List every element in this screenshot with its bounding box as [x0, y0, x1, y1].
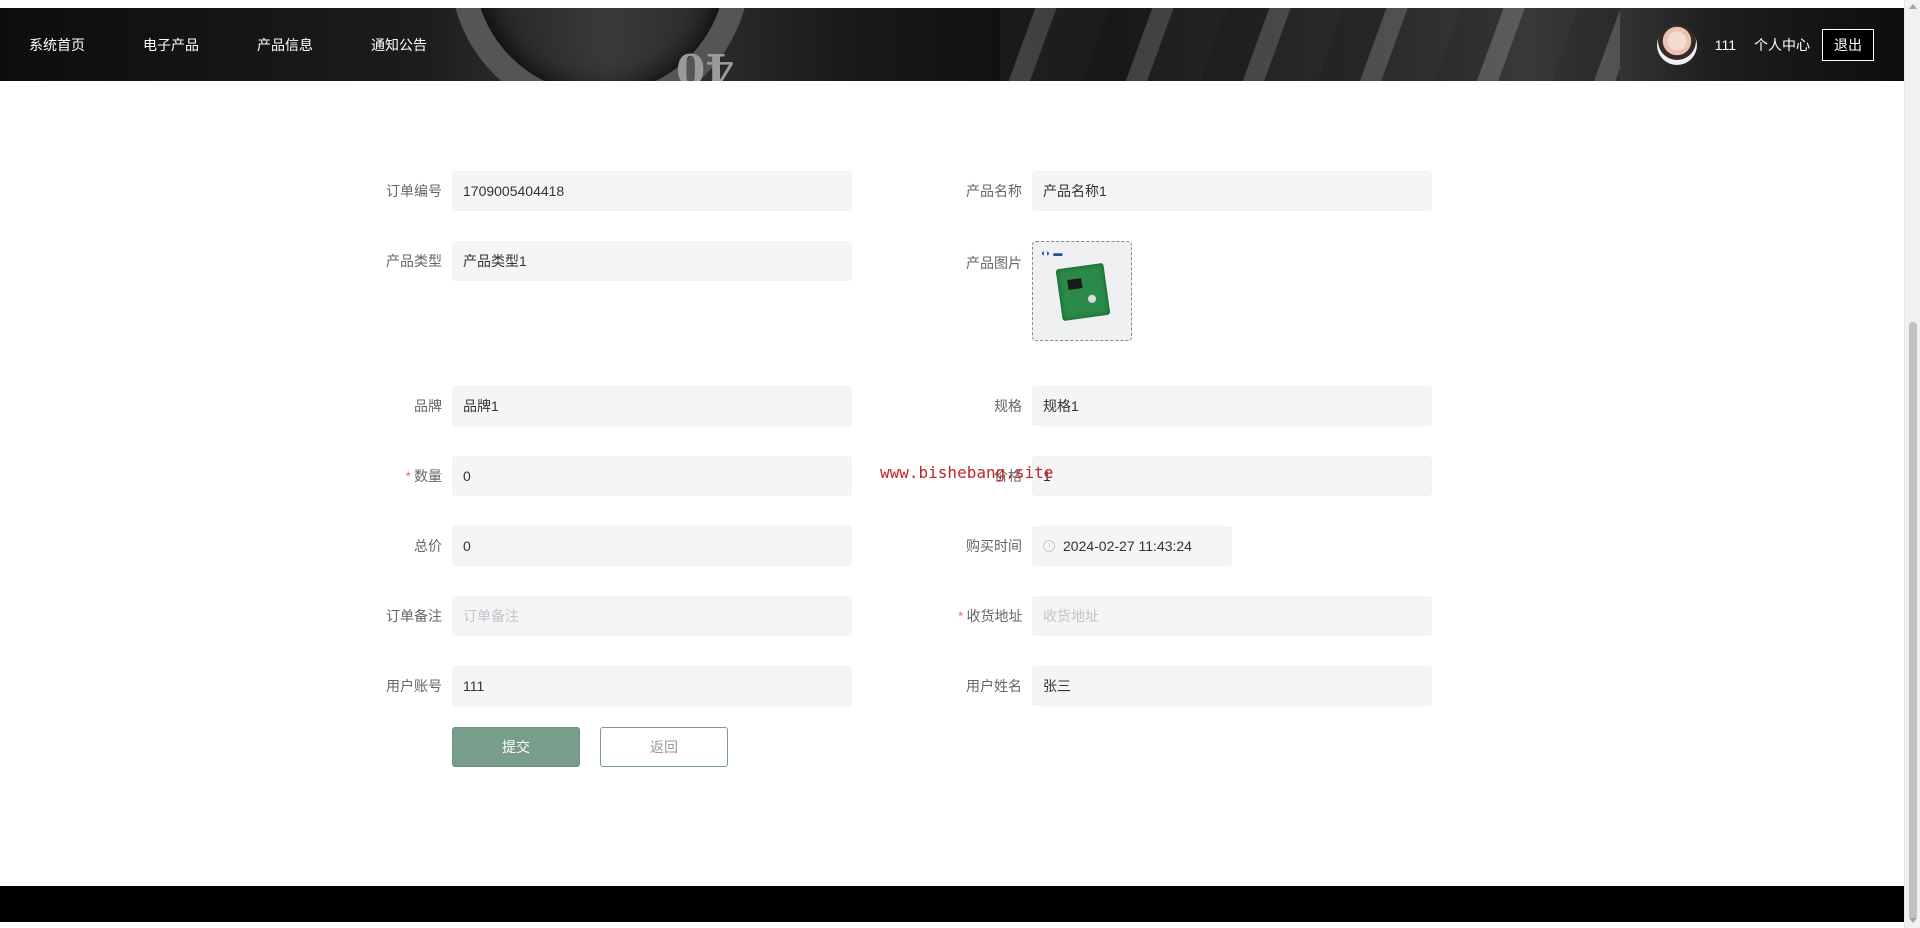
- quantity-label-text: 数量: [414, 468, 442, 484]
- order-note-label: 订单备注: [386, 608, 442, 624]
- watch-band-decoration: [1000, 8, 1620, 81]
- submit-button[interactable]: 提交: [452, 727, 580, 767]
- total-field[interactable]: 0: [452, 526, 852, 566]
- form-row-user-name: 用户姓名 张三: [958, 666, 1432, 706]
- nav-item-home[interactable]: 系统首页: [29, 35, 85, 55]
- avatar[interactable]: [1656, 24, 1697, 65]
- watch-number: 40: [676, 44, 735, 81]
- product-type-label: 产品类型: [386, 253, 442, 269]
- top-strip: [0, 0, 1904, 8]
- form-row-brand: 品牌 品牌1: [378, 386, 852, 426]
- form-row-purchase-time: 购买时间 2024-02-27 11:43:24: [958, 526, 1232, 566]
- brand-label: 品牌: [414, 398, 442, 414]
- product-brand-logo: ◖◗ ▬: [1040, 248, 1063, 258]
- product-image[interactable]: ◖◗ ▬: [1032, 241, 1132, 341]
- page-scrollbar[interactable]: [1904, 0, 1920, 928]
- product-type-field[interactable]: 产品类型1: [452, 241, 852, 281]
- user-name-field[interactable]: 张三: [1032, 666, 1432, 706]
- purchase-time-picker[interactable]: 2024-02-27 11:43:24: [1032, 526, 1232, 566]
- nav-item-product-info[interactable]: 产品信息: [257, 35, 313, 55]
- form-row-order-no: 订单编号 1709005404418: [378, 171, 852, 211]
- form-row-user-account: 用户账号 111: [378, 666, 852, 706]
- nav-item-notices[interactable]: 通知公告: [371, 35, 427, 55]
- form-row-product-type: 产品类型 产品类型1: [378, 241, 852, 281]
- username: 111: [1714, 36, 1736, 53]
- back-button[interactable]: 返回: [600, 727, 728, 767]
- main-nav: 系统首页 电子产品 产品信息 通知公告: [0, 8, 455, 81]
- pcb-board-image: [1055, 262, 1111, 322]
- price-field[interactable]: 1: [1032, 456, 1432, 496]
- watermark-text: www.bishebang.site: [880, 463, 1054, 482]
- order-no-label: 订单编号: [386, 183, 442, 199]
- product-name-label: 产品名称: [966, 183, 1022, 199]
- user-account-field[interactable]: 111: [452, 666, 852, 706]
- scroll-thumb[interactable]: [1909, 322, 1917, 920]
- user-name-label: 用户姓名: [966, 678, 1022, 694]
- address-field[interactable]: 收货地址: [1032, 596, 1432, 636]
- order-note-field[interactable]: 订单备注: [452, 596, 852, 636]
- order-no-field[interactable]: 1709005404418: [452, 171, 852, 211]
- scroll-down-icon[interactable]: [1909, 918, 1917, 923]
- form-row-total: 总价 0: [378, 526, 852, 566]
- form-row-quantity: * 数量 0: [378, 456, 852, 496]
- product-image-label: 产品图片: [966, 255, 1022, 271]
- form-row-product-name: 产品名称 产品名称1: [958, 171, 1432, 211]
- quantity-label: * 数量: [378, 466, 442, 486]
- product-name-field[interactable]: 产品名称1: [1032, 171, 1432, 211]
- scroll-up-icon[interactable]: [1909, 4, 1917, 9]
- address-label: * 收货地址: [958, 606, 1022, 626]
- personal-center-link[interactable]: 个人中心: [1754, 35, 1810, 55]
- user-area: 111 个人中心 退出: [1656, 8, 1874, 81]
- spec-label: 规格: [994, 398, 1022, 414]
- clock-icon: [1043, 540, 1055, 552]
- address-label-text: 收货地址: [966, 608, 1023, 624]
- form-row-product-image: 产品图片 ◖◗ ▬: [958, 241, 1132, 341]
- purchase-time-label: 购买时间: [966, 538, 1022, 554]
- footer: [0, 886, 1904, 922]
- required-mark: *: [958, 608, 964, 624]
- form-row-address: * 收货地址 收货地址: [958, 596, 1432, 636]
- total-label: 总价: [414, 538, 442, 554]
- order-form-page: 订单编号 1709005404418 产品名称 产品名称1 产品类型 产品类型1…: [0, 81, 1904, 886]
- header-banner: 40 系统首页 电子产品 产品信息 通知公告 111 个人中心 退出: [0, 8, 1904, 81]
- form-row-spec: 规格 规格1: [958, 386, 1432, 426]
- bottom-strip: [0, 922, 1904, 928]
- quantity-field[interactable]: 0: [452, 456, 852, 496]
- spec-field[interactable]: 规格1: [1032, 386, 1432, 426]
- nav-item-electronics[interactable]: 电子产品: [143, 35, 199, 55]
- required-mark: *: [405, 468, 411, 484]
- brand-field[interactable]: 品牌1: [452, 386, 852, 426]
- logout-button[interactable]: 退出: [1822, 28, 1874, 61]
- form-row-order-note: 订单备注 订单备注: [378, 596, 852, 636]
- user-account-label: 用户账号: [386, 678, 442, 694]
- purchase-time-value: 2024-02-27 11:43:24: [1063, 538, 1192, 554]
